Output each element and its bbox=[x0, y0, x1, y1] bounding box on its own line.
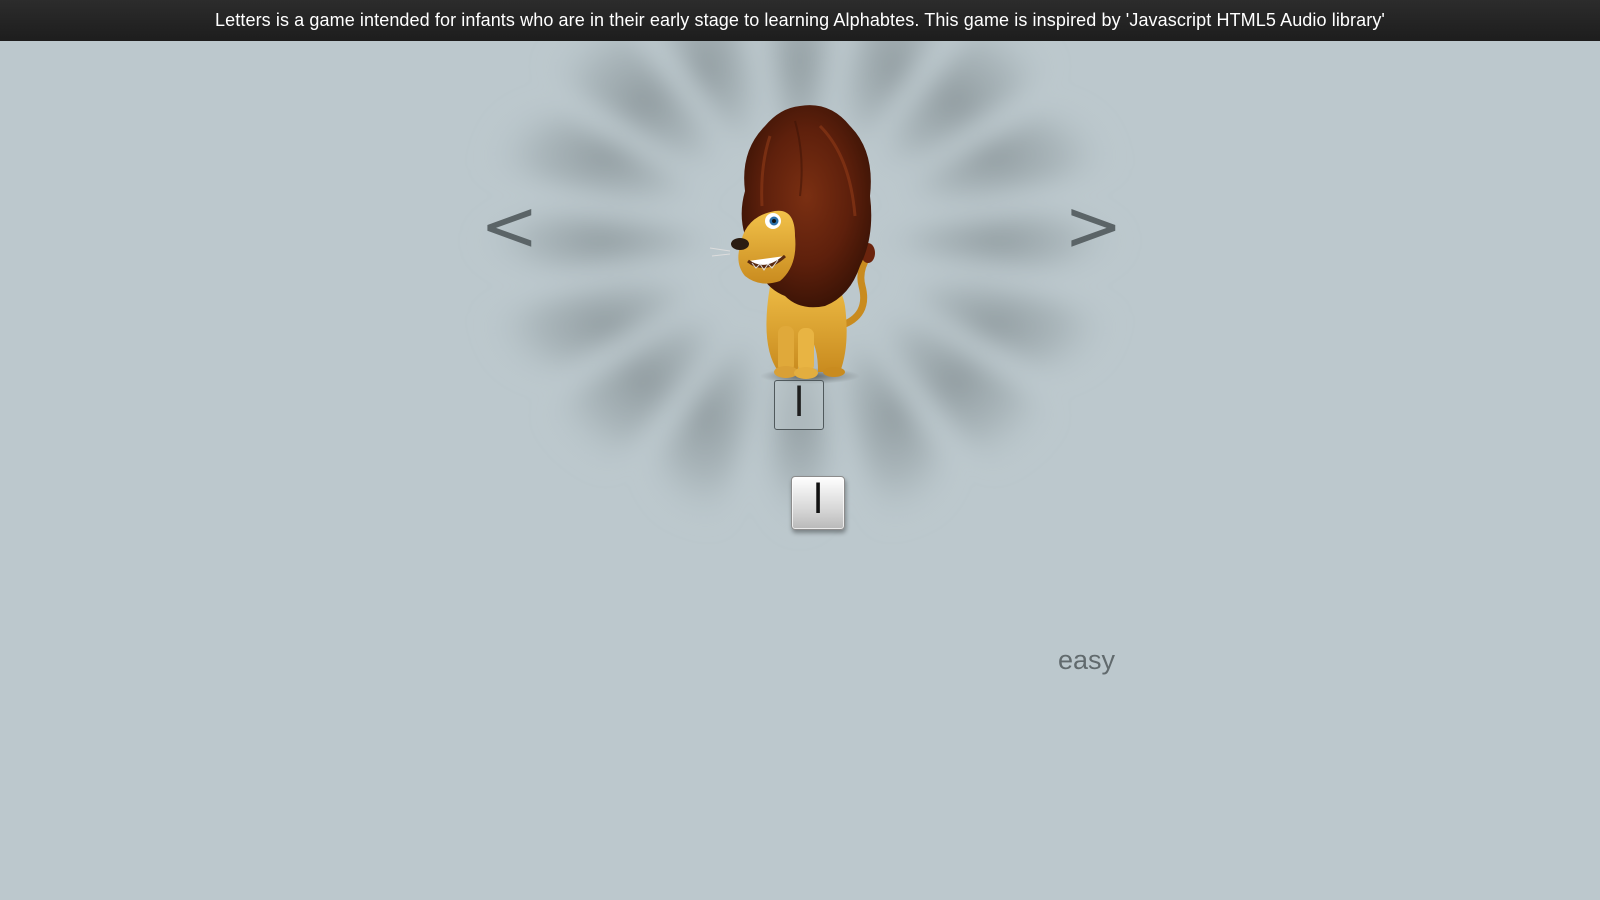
description-bar: Letters is a game intended for infants w… bbox=[0, 0, 1600, 41]
game-stage: < > l l easy bbox=[0, 41, 1600, 900]
draggable-letter-tile[interactable]: l bbox=[791, 476, 845, 530]
difficulty-toggle[interactable]: easy bbox=[1058, 645, 1115, 676]
previous-arrow-button[interactable]: < bbox=[480, 186, 539, 266]
letter-drop-slot[interactable]: l bbox=[774, 380, 824, 430]
description-text: Letters is a game intended for infants w… bbox=[215, 10, 1385, 30]
next-arrow-button[interactable]: > bbox=[1064, 186, 1123, 266]
lion-icon[interactable] bbox=[700, 96, 900, 396]
